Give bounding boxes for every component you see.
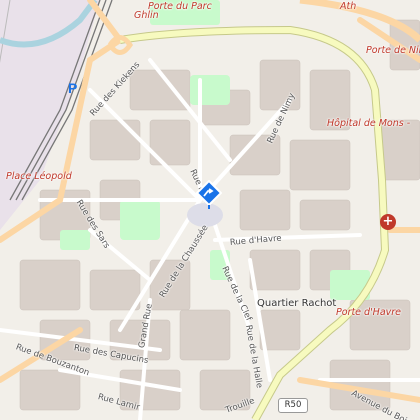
route-shield-r50: R50 bbox=[278, 398, 308, 413]
map-canvas[interactable]: Porte du Parc Ghlin Ath Porte de Nim Rue… bbox=[0, 0, 420, 420]
location-pin-icon[interactable] bbox=[196, 180, 222, 210]
map-base bbox=[0, 0, 420, 420]
parking-icon: P bbox=[68, 80, 78, 96]
hospital-icon: + bbox=[380, 214, 396, 230]
